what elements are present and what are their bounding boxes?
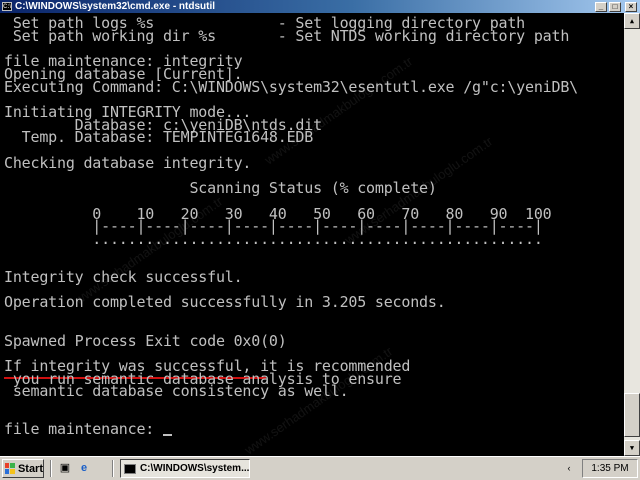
console-line: file maintenance: [4, 422, 172, 437]
console-line: Operation completed successfully in 3.20… [4, 293, 446, 312]
start-button[interactable]: Start [2, 459, 44, 478]
console-line: semantic database consistency as well. [4, 382, 349, 401]
system-tray: 1:35 PM [582, 459, 638, 478]
taskbar: Start ▣ e C:\WINDOWS\system... ‹ 1:35 PM [0, 456, 640, 480]
console-line: Temp. Database: TEMPINTEG1648.EDB [4, 128, 314, 147]
taskbar-separator [112, 460, 114, 477]
console-line: Checking database integrity. [4, 153, 252, 172]
maximize-button[interactable]: □ [609, 1, 621, 12]
window-title-bar[interactable]: C:\ C:\WINDOWS\system32\cmd.exe - ntdsut… [0, 0, 640, 13]
minimize-button[interactable]: _ [595, 1, 607, 12]
console-output[interactable]: www.serhadmakbuloglu.com.tr www.serhadma… [0, 13, 624, 456]
scrollbar-thumb[interactable] [624, 393, 640, 437]
console-line: Set path working dir %s - Set NTDS worki… [4, 26, 570, 45]
text-cursor [162, 434, 172, 437]
close-button[interactable]: × [625, 1, 637, 12]
console-app-icon [124, 463, 136, 474]
windows-logo-icon [5, 463, 15, 474]
console-line: Integrity check successful. [4, 268, 243, 286]
taskbar-separator [50, 460, 52, 477]
vertical-scrollbar[interactable]: ▲ ▼ [624, 13, 640, 456]
internet-explorer-icon[interactable]: e [76, 461, 92, 476]
clock[interactable]: 1:35 PM [591, 463, 628, 474]
start-label: Start [17, 462, 43, 475]
tray-expand-icon[interactable]: ‹ [560, 460, 578, 477]
console-line: Scanning Status (% complete) [4, 179, 437, 198]
watermark-text: www.serhadmakbuloglu.com.tr [261, 53, 416, 168]
taskbar-item-label: C:\WINDOWS\system... [139, 463, 249, 474]
console-app-icon[interactable]: C:\ [2, 2, 12, 11]
console-line: Spawned Process Exit code 0x0(0) [4, 331, 287, 350]
scroll-up-arrow-icon[interactable]: ▲ [624, 13, 640, 29]
console-line: Executing Command: C:\WINDOWS\system32\e… [4, 77, 578, 96]
scroll-down-arrow-icon[interactable]: ▼ [624, 440, 640, 456]
taskbar-item-cmd[interactable]: C:\WINDOWS\system... [120, 459, 250, 478]
show-desktop-icon[interactable]: ▣ [57, 461, 73, 476]
window-title: C:\WINDOWS\system32\cmd.exe - ntdsutil [15, 1, 216, 12]
console-line: ........................................… [4, 229, 543, 248]
